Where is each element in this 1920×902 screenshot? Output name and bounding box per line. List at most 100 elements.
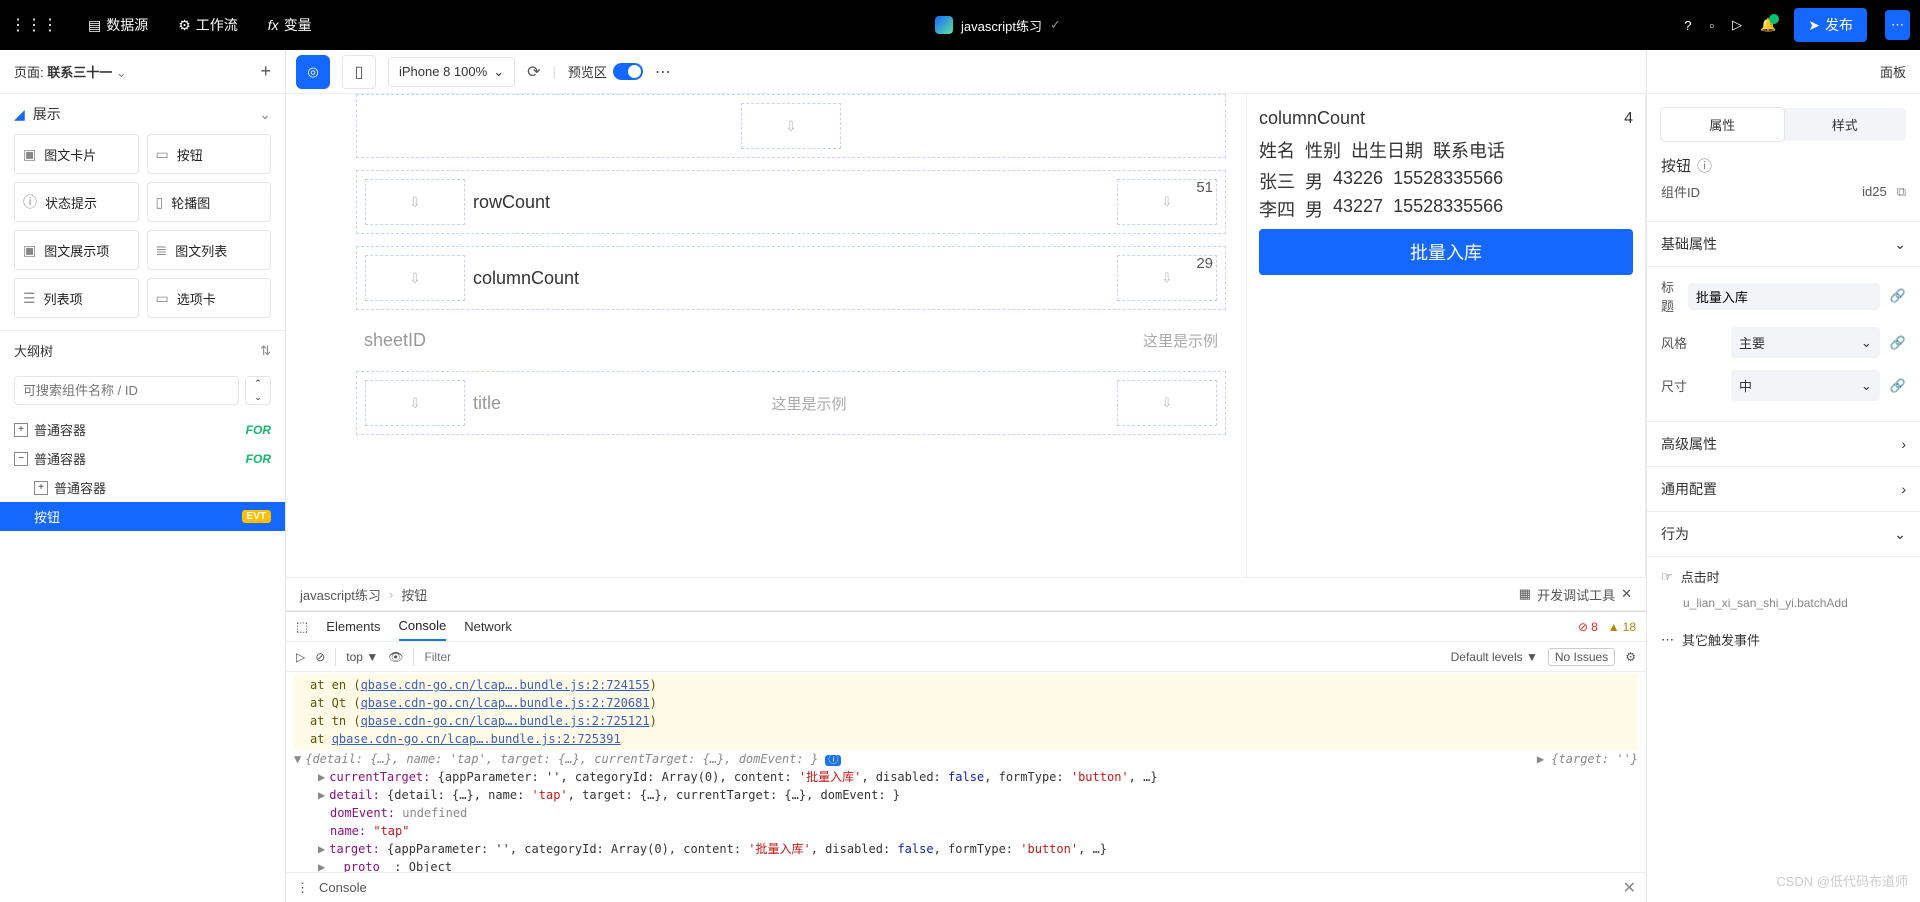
preview-toggle[interactable]: 预览区 [568,62,643,81]
publish-button[interactable]: ➤ 发布 [1794,8,1867,42]
evt-badge: EVT [242,510,271,523]
block-rowcount[interactable]: ⇩ rowCount 51 ⇩ [356,170,1226,234]
tap-icon: ☞ [1661,569,1673,585]
info-icon: ⓘ [23,192,37,212]
gear-icon[interactable]: ⚙ [1625,650,1636,664]
section-basic[interactable]: 基础属性⌄ [1647,222,1920,267]
drawer-console-tab[interactable]: Console [319,880,367,895]
style-select[interactable]: 主要⌄ [1731,327,1880,358]
link-icon[interactable]: 🔗 [1890,335,1906,351]
close-icon[interactable]: ✕ [1621,586,1632,602]
error-count[interactable]: ⊘ 8 [1578,620,1598,634]
section-display[interactable]: ◢ 展示 ⌄ [0,94,285,134]
close-icon[interactable]: ✕ [1623,878,1636,898]
section-advanced[interactable]: 高级属性› [1647,422,1920,467]
batch-import-button[interactable]: 批量入库 [1259,229,1633,275]
button-icon: ▭ [156,146,169,163]
workflow-btn[interactable]: ⚙ 工作流 [178,15,238,35]
filter-input[interactable] [424,650,1440,664]
chevron-down-icon: ⌄ [493,64,504,80]
link-icon[interactable]: 🔗 [1890,378,1906,394]
comp-media-list[interactable]: ≣图文列表 [147,230,272,270]
expand-collapse-buttons[interactable]: ⌃⌄ [245,376,271,405]
block-title[interactable]: ⇩ title 这里是示例 ⇩ [356,371,1226,435]
size-select[interactable]: 中⌄ [1731,370,1880,401]
console-object[interactable]: ▼{detail: {…}, name: 'tap', target: {…},… [294,750,1638,768]
outline-search-input[interactable] [14,376,239,405]
inspect-icon[interactable]: ⬚ [296,619,308,635]
eye-icon[interactable]: 👁 [388,650,403,664]
notifications-icon[interactable]: 🔔 [1760,17,1776,33]
info-icon[interactable]: ⓘ [1697,155,1712,176]
crumb-current[interactable]: 按钮 [401,585,427,604]
more-icon[interactable]: ⋯ [1885,10,1910,40]
tree-container-1[interactable]: −普通容器FOR [0,444,285,473]
toggle-switch[interactable] [613,63,643,80]
project-name[interactable]: javascript练习 [961,16,1042,35]
more-icon[interactable]: ⋯ [655,62,671,82]
block-columncount[interactable]: ⇩ columnCount 29 ⇩ [356,246,1226,310]
other-events[interactable]: ⋯其它触发事件 [1647,620,1920,659]
tab-network[interactable]: Network [464,619,512,634]
link-icon[interactable]: 🔗 [1890,288,1906,304]
comp-media-item[interactable]: ▣图文展示项 [14,230,139,270]
comp-carousel[interactable]: ▯轮播图 [147,182,272,222]
section-behavior[interactable]: 行为⌄ [1647,512,1920,557]
chevron-right-icon: › [1901,481,1906,497]
add-page-button[interactable]: + [260,61,271,82]
refresh-icon[interactable]: ⟳ [527,62,540,82]
drop-placeholder[interactable]: ⇩ [741,103,841,149]
play-icon[interactable]: ▷ [296,650,305,664]
tab-properties[interactable]: 属性 [1661,108,1784,141]
design-canvas[interactable]: ⇩ ⇩ rowCount 51 ⇩ ⇩ columnCount 29 ⇩ she… [286,94,1246,577]
crumb-root[interactable]: javascript练习 [300,585,381,604]
component-id: id25 [1862,184,1887,199]
tab-elements[interactable]: Elements [326,619,380,634]
title-input[interactable] [1688,283,1880,310]
tab-console[interactable]: Console [399,618,447,641]
devtools-label[interactable]: 开发调试工具 [1537,585,1615,604]
comp-tabs[interactable]: ▭选项卡 [147,278,272,318]
tree-container-2[interactable]: +普通容器 [0,473,285,502]
comp-image-card[interactable]: ▣图文卡片 [14,134,139,174]
tab-style[interactable]: 样式 [1784,108,1907,141]
issues-button[interactable]: No Issues [1548,648,1615,666]
clear-icon[interactable]: ⊘ [315,650,325,664]
level-select[interactable]: Default levels ▼ [1451,650,1538,664]
database-icon: ▤ [88,17,101,34]
drawer-menu-icon[interactable]: ⋮ [296,880,309,896]
block-sheetid[interactable]: sheetID 这里是示例 [356,322,1226,359]
comp-button[interactable]: ▭按钮 [147,134,272,174]
preview-column-value: 4 [1624,110,1633,128]
list-media-icon: ≣ [156,242,168,259]
check-circle-icon: ✓ [1050,17,1061,33]
miniprogram-button[interactable]: ◎ [296,55,330,89]
datasource-btn[interactable]: ▤ 数据源 [88,15,148,35]
warning-count[interactable]: ▲ 18 [1608,620,1636,634]
tree-button-selected[interactable]: 按钮EVT [0,502,285,531]
context-select[interactable]: top ▼ [346,650,378,664]
zoom-select[interactable]: iPhone 8 100%⌄ [388,57,515,87]
help-icon[interactable]: ? [1684,18,1691,33]
play-icon[interactable]: ▷ [1732,17,1742,33]
section-common[interactable]: 通用配置› [1647,467,1920,512]
fx-icon: fx [268,17,279,33]
phone-icon: ▯ [355,62,364,82]
outline-header[interactable]: 大纲树 ⇅ [0,330,285,370]
app-menu-icon[interactable]: ⋮⋮⋮ [10,15,58,35]
save-icon[interactable]: ▫ [1709,18,1714,33]
copy-icon[interactable]: ⧉ [1897,184,1906,200]
tree-container-0[interactable]: +普通容器FOR [0,415,285,444]
grid-icon[interactable]: ▦ [1519,586,1531,602]
section-icon: ◢ [14,106,25,123]
device-button[interactable]: ▯ [342,55,376,89]
chevron-right-icon: › [1901,436,1906,452]
page-selector[interactable]: 页面: 联系三十一 ⌄ [14,62,127,81]
table-row: 李四男4322715528335566 [1259,195,1633,223]
comp-list-item[interactable]: ☰列表项 [14,278,139,318]
event-click[interactable]: ☞点击时 [1647,557,1920,596]
event-handler[interactable]: u_lian_xi_san_shi_yi.batchAdd [1647,596,1920,620]
chevron-down-icon: ⌄ [116,65,127,80]
comp-status[interactable]: ⓘ状态提示 [14,182,139,222]
variable-btn[interactable]: fx 变量 [268,15,312,35]
